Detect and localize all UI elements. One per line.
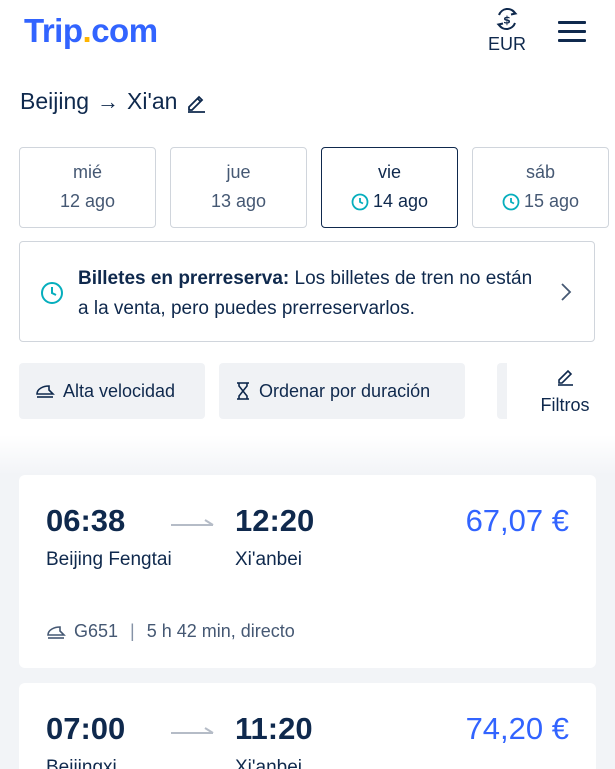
clock-icon (41, 282, 63, 304)
logo-dot: . (82, 12, 92, 49)
hourglass-icon (237, 382, 249, 400)
filter-scroll-edge (497, 363, 507, 419)
route-title[interactable]: Beijing → Xi'an (20, 88, 207, 115)
svg-text:$: $ (503, 14, 511, 27)
route-origin: Beijing (20, 88, 90, 114)
currency-selector[interactable]: $ EUR (484, 6, 530, 55)
date-card-sat-15[interactable]: sáb 15 ago (472, 147, 609, 228)
arrival-time: 11:20 (235, 711, 313, 746)
logo-text: Trip (24, 12, 83, 49)
date-day-month: 12 ago (59, 191, 116, 211)
arrival-station: Xi'anbei (235, 757, 303, 769)
date-weekday: mié (72, 162, 102, 182)
date-card-thu-13[interactable]: jue 13 ago (170, 147, 307, 228)
filters-button[interactable]: Filtros (515, 363, 615, 419)
clock-icon (502, 193, 520, 210)
filter-high-speed-label: Alta velocidad (63, 380, 176, 401)
date-selector: mié 12 ago jue 13 ago vie 14 ago sáb 15 … (19, 147, 615, 229)
date-day-month: 13 ago (210, 191, 267, 211)
filter-bar: Alta velocidad Ordenar por duración Filt… (19, 363, 615, 419)
logo-suffix: com (91, 12, 158, 49)
date-weekday: jue (226, 162, 251, 182)
arrival-time: 12:20 (235, 503, 315, 538)
prebooking-text: Billetes en prerreserva: Los billetes de… (78, 264, 538, 324)
train-number: G651 (74, 621, 119, 641)
ticket-price: 74,20 € (465, 711, 569, 746)
hamburger-menu-icon[interactable] (558, 21, 586, 43)
date-card-wed-12[interactable]: mié 12 ago (19, 147, 156, 228)
edit-filter-icon (558, 369, 573, 386)
train-info: G651 | 5 h 42 min, directo (46, 621, 295, 642)
arrow-right-icon (171, 519, 214, 526)
trip-logo[interactable]: Trip.com (24, 12, 158, 50)
arrival-station: Xi'anbei (235, 549, 303, 570)
arrow-right-icon (171, 727, 214, 734)
prebooking-title: Billetes en prerreserva: (78, 268, 290, 289)
departure-time: 07:00 (46, 711, 126, 746)
sort-duration-button[interactable]: Ordenar por duración (219, 363, 465, 419)
results-list: 06:38 12:20 67,07 € Beijing Fengtai Xi'a… (0, 435, 615, 769)
departure-station: Beijing Fengtai (46, 549, 172, 570)
train-icon (36, 385, 55, 398)
date-weekday: vie (377, 162, 401, 182)
date-day-month: 14 ago (372, 191, 429, 211)
currency-exchange-icon: $ (496, 8, 518, 30)
sort-duration-label: Ordenar por duración (259, 380, 431, 401)
departure-station: Beijingxi (46, 757, 117, 769)
prebooking-banner[interactable]: Billetes en prerreserva: Los billetes de… (19, 241, 595, 342)
currency-label: EUR (487, 34, 526, 54)
info-separator: | (130, 621, 135, 641)
filter-high-speed-button[interactable]: Alta velocidad (19, 363, 205, 419)
date-day-month: 15 ago (523, 191, 580, 211)
header: Trip.com $ EUR (0, 0, 615, 70)
edit-pencil-icon[interactable] (185, 91, 207, 113)
train-result-card[interactable]: 06:38 12:20 67,07 € Beijing Fengtai Xi'a… (19, 475, 596, 668)
departure-time: 06:38 (46, 503, 126, 538)
route-arrow: → (97, 88, 120, 114)
date-weekday: sáb (525, 162, 556, 182)
clock-icon (351, 193, 369, 210)
train-icon (47, 625, 66, 639)
filters-label: Filtros (540, 395, 590, 415)
trip-duration: 5 h 42 min, directo (146, 621, 295, 641)
train-result-card[interactable]: 07:00 11:20 74,20 € Beijingxi Xi'anbei (19, 683, 596, 769)
chevron-right-icon (561, 283, 572, 301)
date-card-fri-14[interactable]: vie 14 ago (321, 147, 458, 228)
route-destination: Xi'an (127, 88, 178, 114)
ticket-price: 67,07 € (465, 503, 569, 538)
